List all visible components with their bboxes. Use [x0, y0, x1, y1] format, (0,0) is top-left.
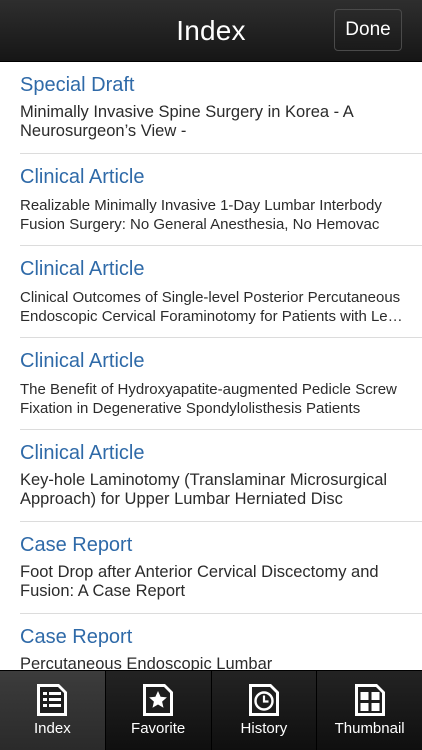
article-category: Case Report: [20, 626, 133, 648]
tab-favorite[interactable]: Favorite: [106, 671, 212, 750]
tab-history[interactable]: History: [212, 671, 318, 750]
tab-index[interactable]: Index: [0, 671, 106, 750]
tab-label: Thumbnail: [334, 720, 405, 737]
tab-label: History: [240, 720, 288, 737]
list-item[interactable]: Clinical Article Key-hole Laminotomy (Tr…: [0, 430, 422, 522]
article-title: Clinical Outcomes of Single-level Poster…: [20, 289, 403, 325]
article-list: Special Draft Minimally Invasive Spine S…: [0, 62, 422, 670]
tab-bar: Index Favorite History Thumbnail: [0, 670, 422, 750]
article-title: Percutaneous Endoscopic Lumbar: [20, 655, 273, 670]
tab-label: Favorite: [131, 720, 186, 737]
tab-thumbnail[interactable]: Thumbnail: [317, 671, 422, 750]
article-title: Foot Drop after Anterior Cervical Discec…: [20, 563, 379, 600]
article-category: Clinical Article: [20, 350, 145, 372]
article-category: Clinical Article: [20, 258, 145, 280]
list-item[interactable]: Clinical Article Clinical Outcomes of Si…: [0, 246, 422, 338]
article-title: Realizable Minimally Invasive 1-Day Lumb…: [20, 197, 382, 233]
article-category: Clinical Article: [20, 166, 145, 188]
article-title: Key-hole Laminotomy (Translaminar Micros…: [20, 471, 388, 508]
article-title: Minimally Invasive Spine Surgery in Kore…: [20, 103, 353, 140]
done-button[interactable]: Done: [334, 9, 402, 51]
history-clock-icon: [248, 684, 279, 716]
list-item[interactable]: Clinical Article The Benefit of Hydroxya…: [0, 338, 422, 430]
article-title: The Benefit of Hydroxyapatite-augmented …: [20, 381, 397, 417]
list-item[interactable]: Case Report Foot Drop after Anterior Cer…: [0, 522, 422, 614]
favorite-star-icon: [143, 684, 174, 716]
article-category: Case Report: [20, 534, 133, 556]
article-category: Special Draft: [20, 74, 135, 96]
article-category: Clinical Article: [20, 442, 145, 464]
index-list-icon: [37, 684, 68, 716]
thumbnail-grid-icon: [354, 684, 385, 716]
list-item[interactable]: Case Report Percutaneous Endoscopic Lumb…: [0, 614, 422, 670]
navigation-bar: Index Done: [0, 0, 422, 62]
tab-label: Index: [34, 720, 71, 737]
list-item[interactable]: Special Draft Minimally Invasive Spine S…: [0, 62, 422, 154]
list-item[interactable]: Clinical Article Realizable Minimally In…: [0, 154, 422, 246]
